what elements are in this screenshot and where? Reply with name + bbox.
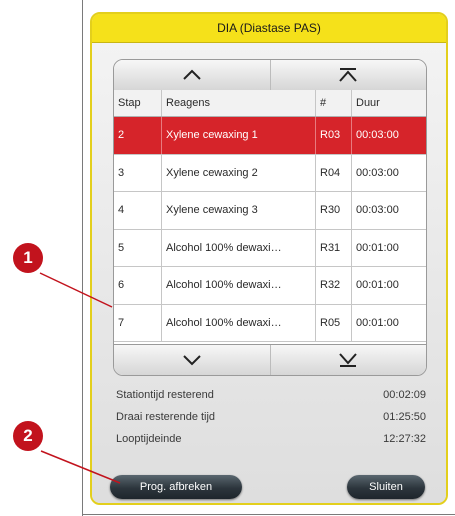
reagent-cell: Alcohol 100% dewaxi… [162,304,316,341]
close-button[interactable]: Sluiten [347,475,425,499]
scroll-down-button[interactable] [114,345,270,375]
step-cell: 6 [114,267,162,304]
duration-cell: 00:03:00 [356,166,399,179]
table-header: Stap Reagens # Duur [114,90,426,117]
station-time-row: Stationtijd resterend 00:02:09 [116,385,426,405]
scroll-to-top-icon [339,68,357,82]
column-header-duration: Duur [356,97,380,109]
step-cell: 4 [114,192,162,229]
abort-program-button[interactable]: Prog. afbreken [110,475,242,499]
run-time-value: 01:25:50 [383,411,426,423]
station-cell: R32 [316,267,352,304]
table-row[interactable]: 4 Xylene cewaxing 3 R30 00:03:00 [114,192,426,230]
callout-badge-1: 1 [13,243,43,273]
station-cell: R05 [316,304,352,341]
frame-line-bottom [82,514,455,515]
column-header-station: # [316,90,352,116]
duration-cell: 00:01:00 [356,279,399,292]
table-row[interactable]: 6 Alcohol 100% dewaxi… R32 00:01:00 [114,267,426,305]
table-row[interactable]: 3 Xylene cewaxing 2 R04 00:03:00 [114,154,426,192]
table-rows: 2 Xylene cewaxing 1 R03 00:03:00 3 Xylen… [114,117,426,342]
duration-cell: 00:03:00 [356,129,399,142]
step-cell: 3 [114,154,162,191]
chevron-down-icon [183,355,201,366]
end-time-row: Looptijdeinde 12:27:32 [116,429,426,449]
duration-cell: 00:01:00 [356,316,399,329]
station-time-value: 00:02:09 [383,389,426,401]
scroll-bar-top [114,60,426,91]
station-cell: R30 [316,192,352,229]
scroll-to-bottom-icon [339,353,357,367]
station-cell: R31 [316,229,352,266]
station-time-label: Stationtijd resterend [116,389,214,401]
duration-cell: 00:03:00 [356,204,399,217]
step-cell: 7 [114,304,162,341]
station-cell: R04 [316,154,352,191]
station-cell: R03 [316,117,352,154]
dialog-body: Stap Reagens # Duur 2 Xylene cewaxing 1 … [92,43,446,503]
column-header-step: Stap [114,90,162,116]
callout-badge-2: 2 [13,421,43,451]
reagent-cell: Xylene cewaxing 2 [162,154,316,191]
step-cell: 2 [114,117,162,154]
scroll-to-top-button[interactable] [269,60,427,90]
chevron-up-icon [183,69,201,80]
scroll-bar-bottom [114,344,426,375]
end-time-label: Looptijdeinde [116,433,182,445]
reagent-cell: Xylene cewaxing 3 [162,192,316,229]
column-header-reagent: Reagens [162,90,316,116]
frame-line-left [82,0,83,516]
table-row[interactable]: 2 Xylene cewaxing 1 R03 00:03:00 [114,117,426,155]
run-time-row: Draai resterende tijd 01:25:50 [116,407,426,427]
scroll-up-button[interactable] [114,60,270,90]
reagent-cell: Alcohol 100% dewaxi… [162,229,316,266]
table-row[interactable]: 7 Alcohol 100% dewaxi… R05 00:01:00 [114,304,426,342]
program-dialog: DIA (Diastase PAS) Stap Reagens # Duur 2… [90,12,448,505]
duration-cell: 00:01:00 [356,241,399,254]
table-row[interactable]: 5 Alcohol 100% dewaxi… R31 00:01:00 [114,229,426,267]
scroll-to-bottom-button[interactable] [269,345,427,375]
dialog-title: DIA (Diastase PAS) [92,14,446,43]
reagent-cell: Alcohol 100% dewaxi… [162,267,316,304]
run-time-label: Draai resterende tijd [116,411,216,423]
reagent-cell: Xylene cewaxing 1 [162,117,316,154]
step-cell: 5 [114,229,162,266]
program-steps-table: Stap Reagens # Duur 2 Xylene cewaxing 1 … [113,59,427,376]
end-time-value: 12:27:32 [383,433,426,445]
